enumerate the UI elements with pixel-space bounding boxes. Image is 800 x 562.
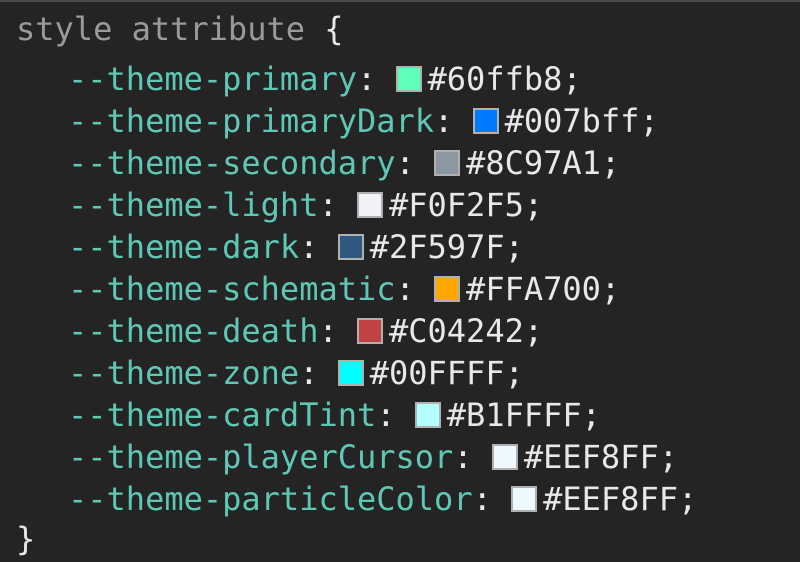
css-property-row[interactable]: --theme-dark: #2F597F; (68, 226, 524, 268)
property-value[interactable]: #EEF8FF (543, 478, 678, 520)
property-colon: : (434, 102, 473, 140)
property-colon: : (376, 396, 415, 434)
property-name[interactable]: --theme-playerCursor (68, 436, 453, 478)
property-semicolon: ; (523, 186, 544, 224)
property-colon: : (395, 270, 435, 308)
css-property-row[interactable]: --theme-death: #C04242; (68, 310, 543, 352)
property-name[interactable]: --theme-primary (68, 58, 357, 100)
css-property-row[interactable]: --theme-zone: #00FFFF; (68, 352, 524, 394)
css-property-row[interactable]: --theme-playerCursor: #EEF8FF; (68, 436, 678, 478)
property-name[interactable]: --theme-schematic (68, 268, 396, 310)
property-colon: : (299, 228, 338, 266)
closing-brace: } (16, 520, 36, 558)
property-semicolon: ; (658, 438, 678, 476)
property-value[interactable]: #EEF8FF (524, 436, 659, 478)
property-semicolon: ; (639, 102, 659, 140)
color-swatch-icon[interactable] (356, 192, 383, 218)
color-swatch-icon[interactable] (337, 234, 364, 260)
css-property-row[interactable]: --theme-cardTint: #B1FFFF; (68, 394, 601, 436)
styles-panel: style attribute { --theme-primary: #60ff… (0, 0, 800, 562)
css-property-row[interactable]: --theme-secondary: #8C97A1; (68, 142, 620, 184)
property-value[interactable]: #8C97A1 (466, 142, 601, 184)
property-name[interactable]: --theme-dark (68, 226, 299, 268)
property-semicolon: ; (504, 228, 524, 266)
property-semicolon: ; (600, 270, 621, 308)
open-brace: { (324, 10, 344, 48)
property-name[interactable]: --theme-primaryDark (68, 100, 434, 142)
css-property-row[interactable]: --theme-light: #F0F2F5; (68, 184, 543, 226)
property-name[interactable]: --theme-death (68, 310, 318, 352)
color-swatch-icon[interactable] (414, 402, 441, 428)
property-semicolon: ; (600, 144, 621, 182)
rule-selector: style attribute (16, 10, 305, 48)
color-swatch-icon[interactable] (472, 108, 499, 134)
property-name[interactable]: --theme-cardTint (68, 394, 376, 436)
property-name[interactable]: --theme-light (68, 184, 318, 226)
property-semicolon: ; (677, 480, 698, 518)
color-swatch-icon[interactable] (395, 66, 422, 92)
property-semicolon: ; (504, 354, 524, 392)
property-value[interactable]: #F0F2F5 (389, 184, 524, 226)
color-swatch-icon[interactable] (356, 318, 383, 344)
property-value[interactable]: #007bff (505, 100, 640, 142)
rule-header: style attribute { (16, 8, 344, 50)
property-value[interactable]: #C04242 (389, 310, 524, 352)
property-value[interactable]: #B1FFFF (447, 394, 582, 436)
property-value[interactable]: #00FFFF (370, 352, 505, 394)
property-colon: : (356, 60, 396, 98)
css-property-row[interactable]: --theme-primary: #60ffb8; (68, 58, 582, 100)
property-value[interactable]: #2F597F (370, 226, 505, 268)
property-value[interactable]: #60ffb8 (428, 58, 563, 100)
property-colon: : (395, 144, 435, 182)
property-name[interactable]: --theme-secondary (68, 142, 396, 184)
color-swatch-icon[interactable] (434, 276, 461, 302)
property-name[interactable]: --theme-particleColor (68, 478, 473, 520)
css-property-row[interactable]: --theme-primaryDark: #007bff; (68, 100, 659, 142)
property-value[interactable]: #FFA700 (466, 268, 601, 310)
color-swatch-icon[interactable] (434, 150, 461, 176)
property-name[interactable]: --theme-zone (68, 352, 299, 394)
property-colon: : (299, 354, 338, 392)
property-semicolon: ; (523, 312, 544, 350)
color-swatch-icon[interactable] (337, 360, 364, 386)
property-colon: : (318, 186, 357, 224)
property-semicolon: ; (581, 396, 601, 434)
css-property-row[interactable]: --theme-particleColor: #EEF8FF; (68, 478, 697, 520)
property-colon: : (453, 438, 492, 476)
property-colon: : (318, 312, 357, 350)
css-property-row[interactable]: --theme-schematic: #FFA700; (68, 268, 620, 310)
property-colon: : (472, 480, 512, 518)
color-swatch-icon[interactable] (511, 486, 538, 512)
color-swatch-icon[interactable] (491, 444, 518, 470)
property-semicolon: ; (562, 60, 582, 98)
